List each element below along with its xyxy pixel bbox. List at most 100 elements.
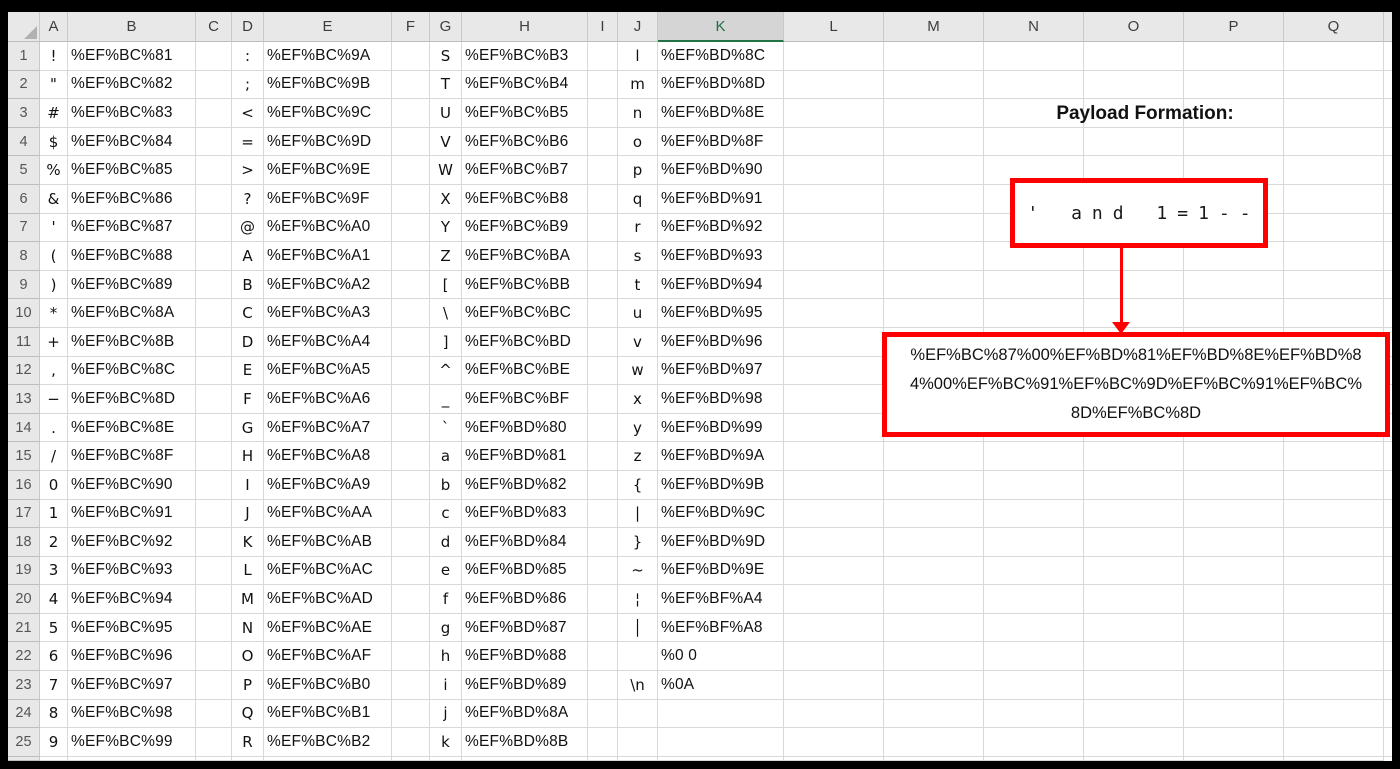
row-header-2[interactable]: 2 xyxy=(8,70,40,100)
cell-C10[interactable] xyxy=(196,299,232,328)
cell-M9[interactable] xyxy=(884,270,984,300)
cell-K15[interactable]: %EF%BD%9A xyxy=(658,442,784,471)
column-header-Q[interactable]: Q xyxy=(1284,12,1384,42)
cell-K20[interactable]: %EF%BF%A4 xyxy=(658,585,784,614)
cell-N9[interactable] xyxy=(984,270,1084,300)
cell-I9[interactable] xyxy=(588,270,618,300)
cell-K18[interactable]: %EF%BD%9D xyxy=(658,528,784,557)
row-header-22[interactable]: 22 xyxy=(8,642,40,672)
cell-D13[interactable]: F xyxy=(232,385,264,414)
cell-L16[interactable] xyxy=(784,470,884,500)
cell-O16[interactable] xyxy=(1084,470,1184,500)
cell-F11[interactable] xyxy=(392,327,430,357)
cell-K22[interactable]: %0 0 xyxy=(658,642,784,672)
cell-L2[interactable] xyxy=(784,70,884,100)
cell-A24[interactable]: 8 xyxy=(40,699,68,729)
cell-A1[interactable]: ! xyxy=(40,42,68,71)
cell-K21[interactable]: %EF%BF%A8 xyxy=(658,613,784,643)
cell-G13[interactable]: _ xyxy=(430,385,462,414)
cell-F6[interactable] xyxy=(392,184,430,214)
cell-A3[interactable]: # xyxy=(40,99,68,128)
cell-I22[interactable] xyxy=(588,642,618,672)
cell-O20[interactable] xyxy=(1084,585,1184,614)
cell-N18[interactable] xyxy=(984,528,1084,557)
cell-M4[interactable] xyxy=(884,127,984,157)
cell-C24[interactable] xyxy=(196,699,232,729)
cell-Q10[interactable] xyxy=(1284,299,1384,328)
cell-I3[interactable] xyxy=(588,99,618,128)
cell-N25[interactable] xyxy=(984,728,1084,757)
cell-I7[interactable] xyxy=(588,213,618,243)
cell-E3[interactable]: %EF%BC%9C xyxy=(264,99,392,128)
cell-L23[interactable] xyxy=(784,671,884,700)
cell-G24[interactable]: j xyxy=(430,699,462,729)
cell-Q7[interactable] xyxy=(1284,213,1384,243)
cell-L18[interactable] xyxy=(784,528,884,557)
cell-I18[interactable] xyxy=(588,528,618,557)
cell-E6[interactable]: %EF%BC%9F xyxy=(264,184,392,214)
cell-K1[interactable]: %EF%BD%8C xyxy=(658,42,784,71)
cell-H5[interactable]: %EF%BC%B7 xyxy=(462,156,588,185)
cell-O17[interactable] xyxy=(1084,499,1184,529)
cell-B19[interactable]: %EF%BC%93 xyxy=(68,556,196,586)
cell-M2[interactable] xyxy=(884,70,984,100)
cell-J21[interactable]: │ xyxy=(618,613,658,643)
column-header-I[interactable]: I xyxy=(588,12,618,42)
cell-Q2[interactable] xyxy=(1284,70,1384,100)
cell-Q24[interactable] xyxy=(1284,699,1384,729)
column-header-N[interactable]: N xyxy=(984,12,1084,42)
row-header-11[interactable]: 11 xyxy=(8,327,40,357)
column-header-L[interactable]: L xyxy=(784,12,884,42)
cell-M19[interactable] xyxy=(884,556,984,586)
cell-A5[interactable]: % xyxy=(40,156,68,185)
cell-D18[interactable]: K xyxy=(232,528,264,557)
cell-B10[interactable]: %EF%BC%8A xyxy=(68,299,196,328)
cell-I11[interactable] xyxy=(588,327,618,357)
row-header-14[interactable]: 14 xyxy=(8,413,40,443)
cell-H15[interactable]: %EF%BD%81 xyxy=(462,442,588,471)
cell-F10[interactable] xyxy=(392,299,430,328)
cell-P17[interactable] xyxy=(1184,499,1284,529)
cell-K17[interactable]: %EF%BD%9C xyxy=(658,499,784,529)
cell-Q16[interactable] xyxy=(1284,470,1384,500)
cell-M8[interactable] xyxy=(884,242,984,271)
cell-P1[interactable] xyxy=(1184,42,1284,71)
cell-K24[interactable] xyxy=(658,699,784,729)
cell-B3[interactable]: %EF%BC%83 xyxy=(68,99,196,128)
cell-F9[interactable] xyxy=(392,270,430,300)
cell-A13[interactable]: − xyxy=(40,385,68,414)
cell-B21[interactable]: %EF%BC%95 xyxy=(68,613,196,643)
cell-C22[interactable] xyxy=(196,642,232,672)
cell-O10[interactable] xyxy=(1084,299,1184,328)
cell-M18[interactable] xyxy=(884,528,984,557)
cell-G15[interactable]: a xyxy=(430,442,462,471)
cell-H18[interactable]: %EF%BD%84 xyxy=(462,528,588,557)
cell-B15[interactable]: %EF%BC%8F xyxy=(68,442,196,471)
cell-A16[interactable]: 0 xyxy=(40,470,68,500)
cell-K13[interactable]: %EF%BD%98 xyxy=(658,385,784,414)
cell-D4[interactable]: = xyxy=(232,127,264,157)
cell-J9[interactable]: t xyxy=(618,270,658,300)
cell-P19[interactable] xyxy=(1184,556,1284,586)
cell-G1[interactable]: S xyxy=(430,42,462,71)
cell-C16[interactable] xyxy=(196,470,232,500)
cell-M20[interactable] xyxy=(884,585,984,614)
cell-F17[interactable] xyxy=(392,499,430,529)
cell-Q9[interactable] xyxy=(1284,270,1384,300)
cell-M3[interactable] xyxy=(884,99,984,128)
cell-K8[interactable]: %EF%BD%93 xyxy=(658,242,784,271)
cell-A14[interactable]: . xyxy=(40,413,68,443)
cell-D24[interactable]: Q xyxy=(232,699,264,729)
cell-G7[interactable]: Y xyxy=(430,213,462,243)
cell-O1[interactable] xyxy=(1084,42,1184,71)
cell-J18[interactable]: } xyxy=(618,528,658,557)
cell-E15[interactable]: %EF%BC%A8 xyxy=(264,442,392,471)
cell-Q20[interactable] xyxy=(1284,585,1384,614)
cell-G14[interactable]: ` xyxy=(430,413,462,443)
cell-D6[interactable]: ? xyxy=(232,184,264,214)
cell-M10[interactable] xyxy=(884,299,984,328)
cell-H8[interactable]: %EF%BC%BA xyxy=(462,242,588,271)
cell-B24[interactable]: %EF%BC%98 xyxy=(68,699,196,729)
cell-D23[interactable]: P xyxy=(232,671,264,700)
cell-B25[interactable]: %EF%BC%99 xyxy=(68,728,196,757)
